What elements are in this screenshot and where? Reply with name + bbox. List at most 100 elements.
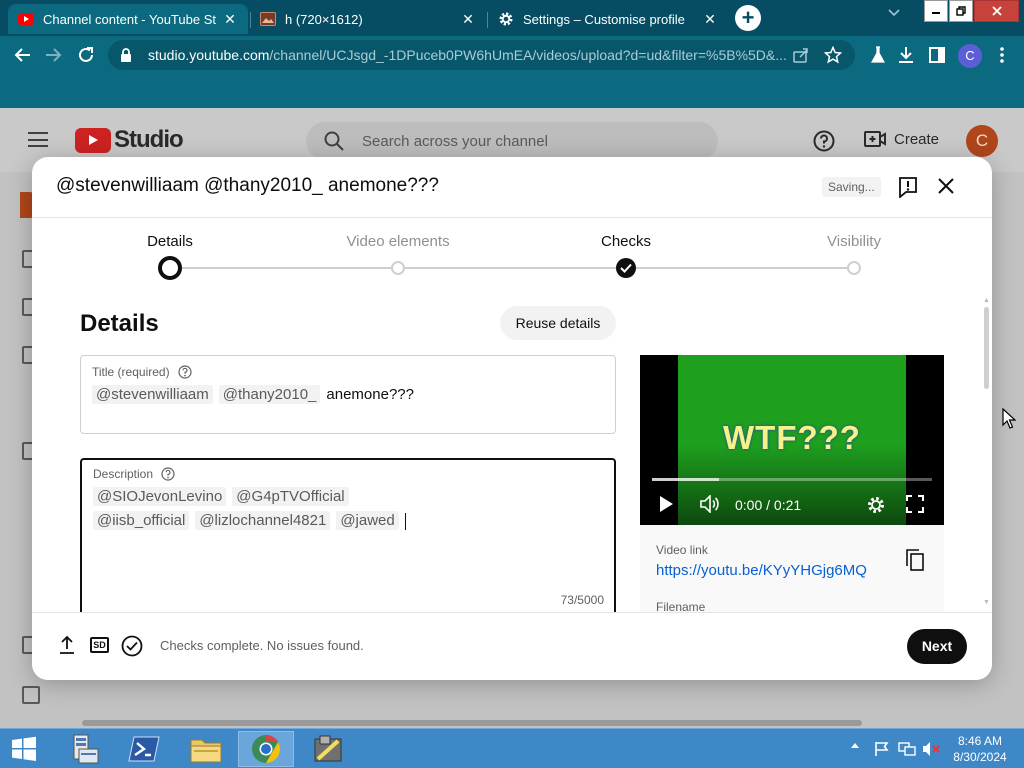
step-current-dot[interactable] [158, 256, 182, 280]
powershell-icon[interactable] [116, 731, 172, 767]
video-buffered-bar [652, 478, 720, 481]
mention-chip[interactable]: @thany2010_ [218, 385, 321, 404]
menu-kebab-icon[interactable] [990, 43, 1014, 67]
back-arrow-icon[interactable] [10, 43, 34, 67]
help-icon[interactable] [177, 365, 192, 379]
step-checks[interactable]: Checks [551, 233, 701, 250]
step-visibility[interactable]: Visibility [779, 233, 929, 250]
tab-title: Settings – Customise profile [523, 11, 685, 27]
description-text[interactable]: @SIOJevonLevino @G4pTVOfficial [93, 487, 593, 511]
server-manager-icon[interactable] [54, 731, 110, 767]
checks-complete-icon[interactable] [121, 635, 143, 657]
profile-avatar[interactable]: C [958, 44, 982, 68]
close-tab-icon[interactable]: ✕ [702, 11, 718, 27]
side-panel-icon[interactable] [925, 43, 949, 67]
description-field[interactable]: Description @SIOJevonLevino @G4pTVOffici… [80, 458, 616, 628]
close-window-button[interactable] [974, 0, 1019, 22]
page-horizontal-scrollbar[interactable] [82, 720, 862, 726]
lab-flask-icon[interactable] [866, 43, 890, 67]
taskbar-clock[interactable]: 8:46 AM 8/30/2024 [950, 733, 1010, 765]
help-icon[interactable] [813, 130, 835, 157]
show-hidden-icons[interactable] [850, 741, 860, 749]
play-icon[interactable] [658, 495, 674, 513]
new-tab-button[interactable]: + [735, 5, 761, 31]
checks-status-text: Checks complete. No issues found. [160, 638, 364, 653]
mention-chip[interactable]: @iisb_official [93, 511, 190, 530]
search-icon[interactable] [324, 131, 344, 151]
clock-date: 8/30/2024 [953, 750, 1007, 764]
section-title: Details [80, 310, 159, 337]
channel-avatar[interactable]: C [966, 125, 998, 157]
scroll-down-arrow-icon[interactable]: ▼ [983, 599, 990, 606]
address-bar[interactable]: studio.youtube.com/channel/UCJsgd_-1DPuc… [108, 40, 855, 70]
fullscreen-icon[interactable] [906, 495, 924, 513]
create-button[interactable]: Create [864, 130, 939, 148]
character-counter: 73/5000 [560, 593, 604, 607]
step-pending-dot[interactable] [391, 261, 405, 275]
video-link[interactable]: https://youtu.be/KYyYHGjg6MQ [656, 562, 867, 579]
tab-image[interactable]: h (720×1612) ✕ [250, 4, 486, 34]
youtube-studio-logo[interactable]: Studio [75, 126, 184, 154]
text-caret [404, 513, 406, 530]
upload-details-dialog: @stevenwilliaam @thany2010_ anemone??? S… [32, 157, 992, 680]
mention-chip[interactable]: @jawed [336, 511, 399, 530]
mention-chip[interactable]: @lizlochannel4821 [195, 511, 331, 530]
video-preview-player[interactable]: WTF??? 0:00 / 0:21 [640, 355, 944, 525]
minimize-window-button[interactable] [924, 0, 948, 22]
close-tab-icon[interactable]: ✕ [222, 11, 238, 27]
title-field[interactable]: Title (required) @stevenwilliaam @thany2… [80, 355, 616, 434]
sd-quality-badge[interactable]: SD [90, 637, 109, 653]
windows-taskbar: 8:46 AM 8/30/2024 [0, 728, 1024, 768]
help-icon[interactable] [161, 467, 175, 481]
mention-chip[interactable]: @stevenwilliaam [92, 385, 213, 404]
title-text[interactable]: @stevenwilliaam @thany2010_ anemone??? [92, 385, 414, 409]
mention-chip[interactable]: @SIOJevonLevino [93, 487, 227, 506]
step-done-check-icon[interactable] [616, 258, 636, 278]
tool-app-icon[interactable] [300, 731, 356, 767]
tab-search-icon[interactable] [888, 6, 900, 20]
step-pending-dot[interactable] [847, 261, 861, 275]
tab-settings[interactable]: Settings – Customise profile ✕ [488, 4, 728, 34]
scroll-up-arrow-icon[interactable]: ▲ [983, 297, 990, 304]
video-time: 0:00 / 0:21 [735, 497, 802, 513]
file-explorer-icon[interactable] [178, 731, 234, 767]
youtube-play-icon [75, 127, 111, 153]
mention-chip[interactable]: @G4pTVOfficial [232, 487, 349, 506]
volume-icon[interactable] [700, 495, 720, 513]
forward-arrow-icon[interactable] [42, 43, 66, 67]
restore-window-button[interactable] [949, 0, 973, 22]
download-icon[interactable] [894, 43, 918, 67]
title-plain-text: anemone??? [326, 386, 414, 403]
lock-icon[interactable] [120, 46, 138, 64]
feedback-icon[interactable] [898, 176, 918, 203]
step-video-elements[interactable]: Video elements [323, 233, 473, 250]
dialog-scrollbar[interactable] [984, 307, 989, 389]
settings-gear-icon[interactable] [866, 495, 886, 515]
close-tab-icon[interactable]: ✕ [460, 11, 476, 27]
reload-icon[interactable] [74, 43, 98, 67]
step-details[interactable]: Details [95, 233, 245, 250]
next-button[interactable]: Next [907, 629, 967, 664]
create-video-icon [864, 130, 886, 148]
sidebar-feedback-icon[interactable] [22, 686, 40, 704]
windows-start-icon[interactable] [0, 731, 48, 767]
video-overlay-text: WTF??? [723, 419, 861, 456]
close-dialog-icon[interactable] [936, 176, 956, 201]
video-progress-bar[interactable] [652, 478, 932, 481]
share-icon[interactable] [792, 46, 810, 64]
studio-logo-text: Studio [114, 126, 184, 153]
network-icon[interactable] [898, 741, 916, 757]
upload-icon[interactable] [59, 635, 75, 655]
chrome-taskbar-icon[interactable] [238, 731, 294, 767]
url-text[interactable]: studio.youtube.com/channel/UCJsgd_-1DPuc… [148, 47, 788, 63]
channel-search-bar[interactable]: Search across your channel [306, 122, 718, 160]
action-center-flag-icon[interactable] [874, 741, 890, 757]
tab-youtube-studio[interactable]: Channel content - YouTube Studio ✕ [8, 4, 248, 34]
create-label: Create [894, 130, 940, 148]
description-text-line-2[interactable]: @iisb_official @lizlochannel4821 @jawed [93, 511, 593, 535]
copy-icon[interactable] [906, 549, 924, 576]
bookmark-star-icon[interactable] [824, 46, 842, 64]
reuse-details-button[interactable]: Reuse details [500, 306, 616, 340]
volume-muted-icon[interactable] [922, 741, 940, 757]
hamburger-menu-icon[interactable] [28, 132, 48, 147]
